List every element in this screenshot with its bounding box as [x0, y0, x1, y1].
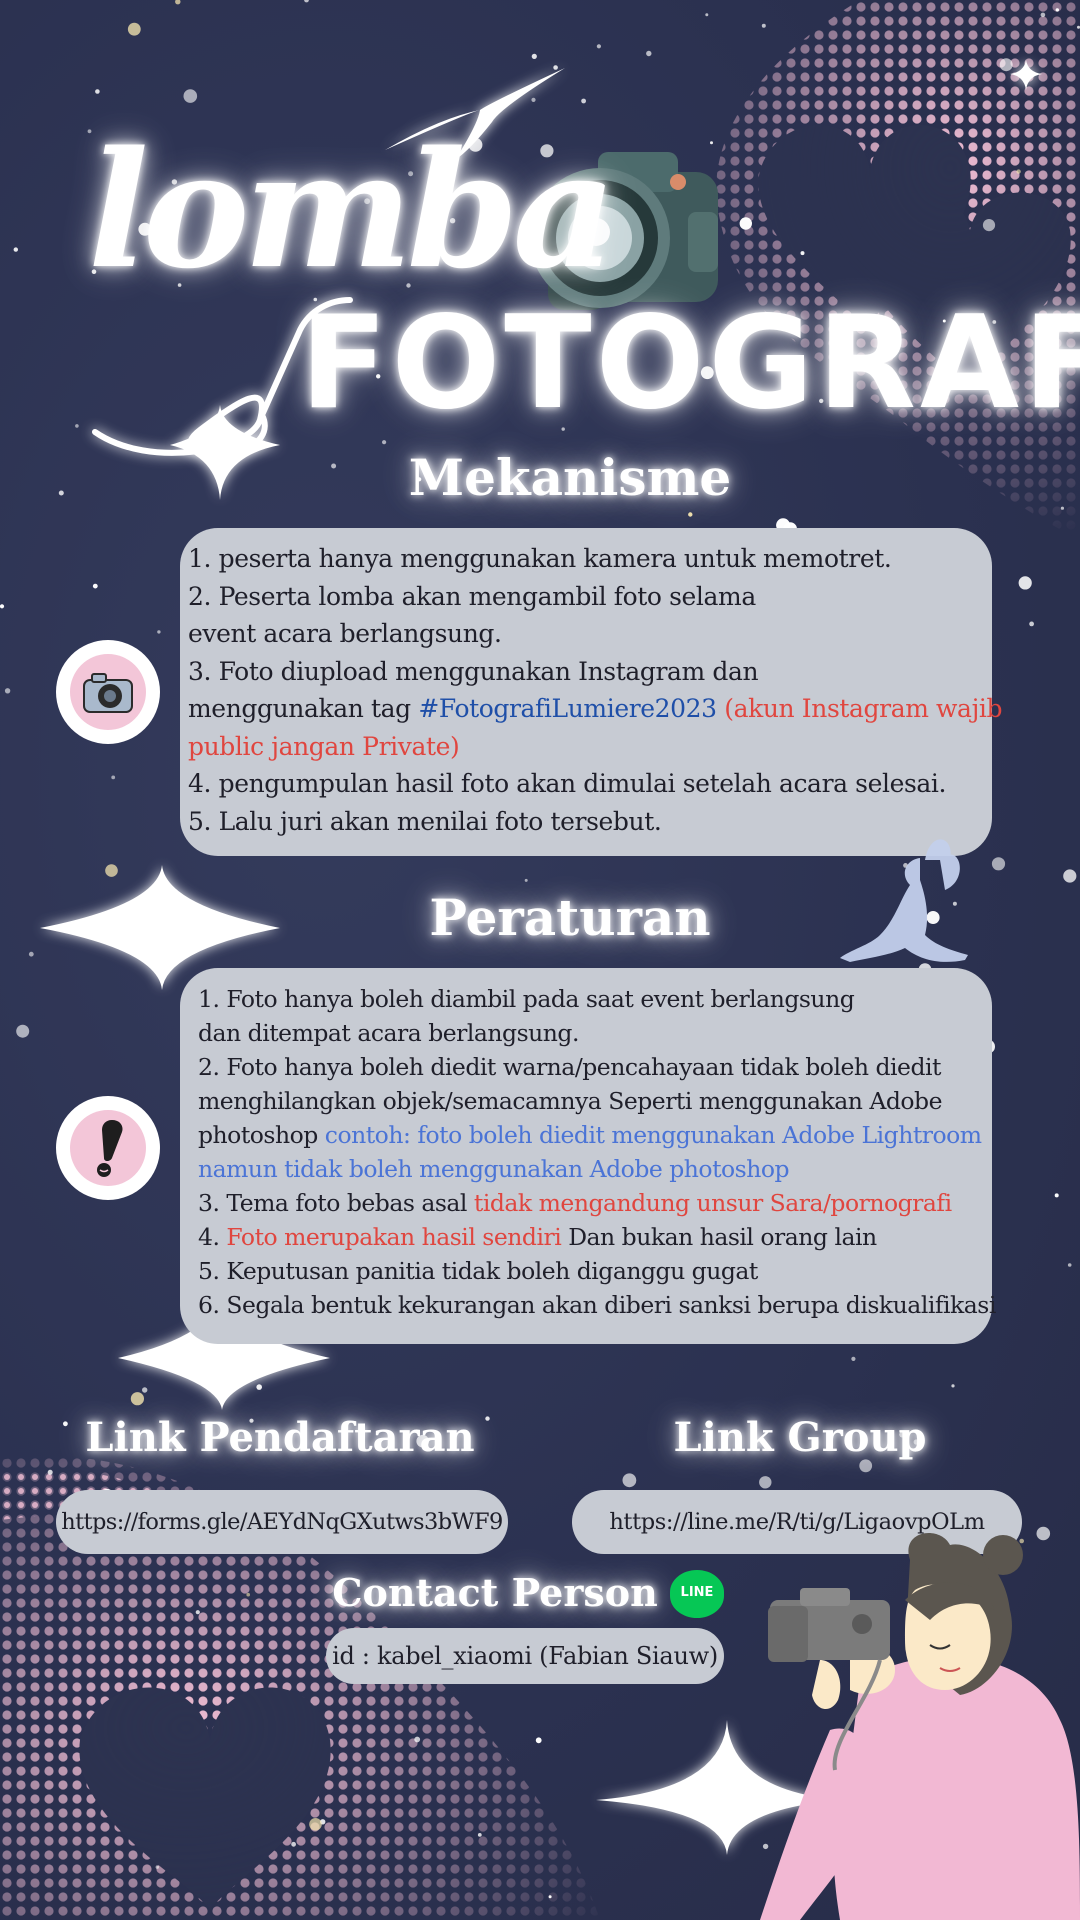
poster: lomba FOTOGRAFI Mekanisme 1. peserta han… [0, 0, 1080, 1920]
photographer-illustration [760, 1533, 1080, 1920]
